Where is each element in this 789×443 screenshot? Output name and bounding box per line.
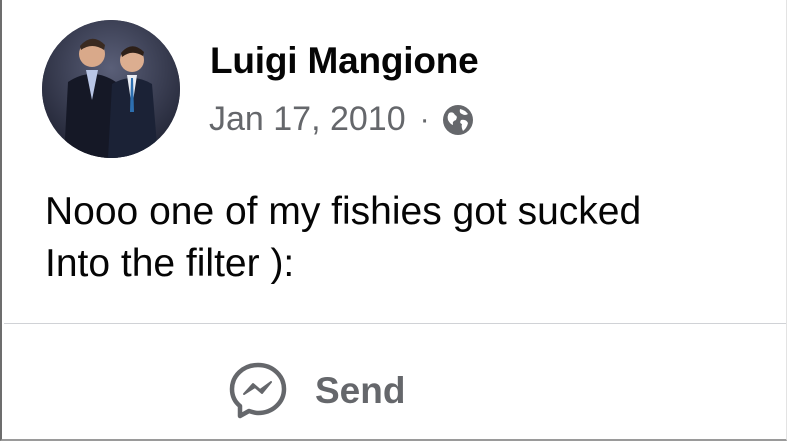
post-meta: Jan 17, 2010 · xyxy=(209,100,474,139)
post-date[interactable]: Jan 17, 2010 xyxy=(209,100,406,139)
divider xyxy=(4,323,786,324)
messenger-icon xyxy=(225,358,291,424)
author-name[interactable]: Luigi Mangione xyxy=(210,40,479,82)
meta-separator: · xyxy=(419,102,430,136)
post-text: Nooo one of my fishies got sucked Into t… xyxy=(45,190,642,285)
send-button[interactable]: Send xyxy=(225,358,405,424)
post-card: Luigi Mangione Jan 17, 2010 · Nooo one o… xyxy=(0,0,787,441)
globe-icon[interactable] xyxy=(442,104,474,136)
avatar[interactable] xyxy=(42,20,180,158)
send-label: Send xyxy=(315,370,406,411)
profile-photo xyxy=(42,20,180,158)
